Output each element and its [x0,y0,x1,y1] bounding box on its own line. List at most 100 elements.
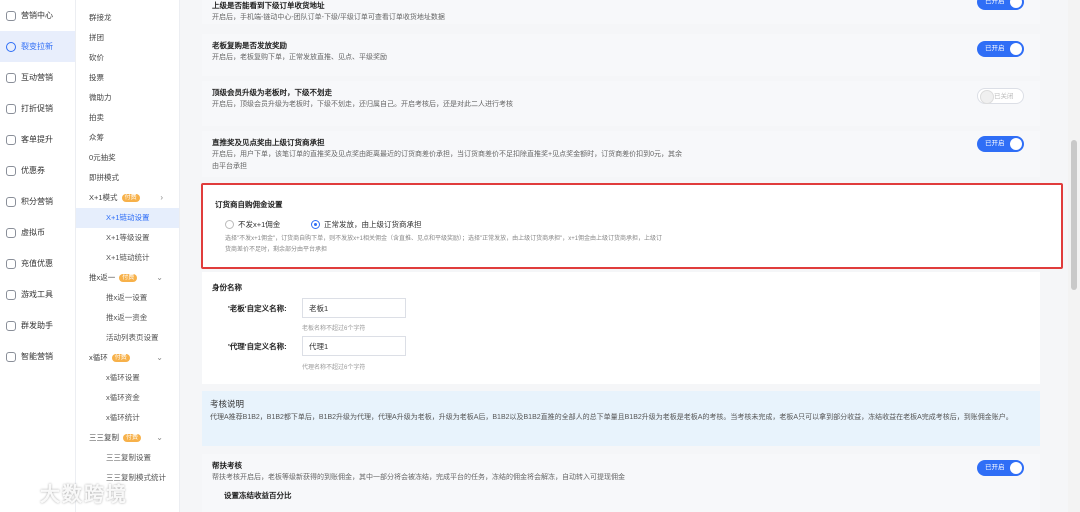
sub-nav-item-21[interactable]: 三三复制 付费 ⌄ [76,428,179,448]
sub-nav-item-13[interactable]: 推x返一 付费 ⌄ [76,268,179,288]
radio-label: 不发x+1佣金 [238,220,281,229]
freeze-percent-title: 设置冻结收益百分比 [224,491,292,500]
sub-nav-label: x循环统计 [106,413,140,422]
setting-title: 上级是否能看到下级订单收货地址 [212,1,325,10]
nav-item-10[interactable]: 群发助手 [0,310,75,341]
sub-nav-item-10[interactable]: X+1链动设置 [76,208,179,228]
sub-nav-label: 活动列表页设置 [106,333,159,342]
nav-item-label: 客单提升 [21,135,53,144]
sub-nav-item-18[interactable]: x循环设置 [76,368,179,388]
chevron-icon[interactable]: ⌄ [156,428,163,448]
watermark-text: 大数跨境 [40,484,128,506]
boss-name-input[interactable] [302,298,406,318]
sub-nav-label: 三三复制 [89,433,119,442]
nav-item-0[interactable]: 营销中心 [0,0,75,31]
sub-nav-item-0[interactable]: 群接龙 [76,8,179,28]
chevron-icon[interactable]: › [160,188,163,208]
coupon-icon [6,165,16,176]
address-toggle[interactable]: 已开启 [977,0,1024,10]
nav-item-label: 游戏工具 [21,290,53,299]
nav-item-11[interactable]: 智能营销 [0,341,75,372]
sub-nav-item-6[interactable]: 众筹 [76,128,179,148]
sub-nav-item-15[interactable]: 推x返一资金 [76,308,179,328]
nav-item-9[interactable]: 游戏工具 [0,279,75,310]
scrollbar-thumb[interactable] [1071,140,1077,290]
nav-item-label: 充值优惠 [21,259,53,268]
sub-nav-item-22[interactable]: 三三复制设置 [76,448,179,468]
commission-setting-box: 订货商自购佣金设置 不发x+1佣金 正常发放，由上级订货商承担 选择"不发x+1… [201,183,1063,269]
smart-icon [6,351,16,362]
help-assessment-toggle[interactable]: 已开启 [977,460,1024,476]
nav-item-7[interactable]: 虚拟币 [0,217,75,248]
radio-checked-icon [311,220,320,229]
nav-item-label: 营销中心 [21,11,53,20]
fission-icon [6,41,16,52]
setting-desc: 开启后，顶级会员升级为老板时，下级不划走，还归属自己。开启考核后，还是对此二人进… [212,101,513,108]
sub-nav-label: X+1等级设置 [106,233,150,242]
sub-nav: 群接龙 拼团 砍价 投票 微助力 拍卖 众筹 0元抽奖 即拼模式 X+1模式 付费 › X+1链动设置 X… [76,0,180,512]
sub-nav-item-19[interactable]: x循环资金 [76,388,179,408]
agent-name-label: '代理'自定义名称: [228,342,287,351]
recharge-icon [6,258,16,269]
watermark-logo-icon [10,486,32,498]
sub-nav-label: x循环资金 [106,393,140,402]
sub-nav-item-11[interactable]: X+1等级设置 [76,228,179,248]
chevron-icon[interactable]: ⌄ [156,348,163,368]
sub-nav-label: 投票 [89,73,104,82]
commission-title: 订货商自购佣金设置 [215,200,283,209]
agent-name-hint: 代理名称不超过6个字符 [302,365,366,371]
sub-nav-item-2[interactable]: 砍价 [76,48,179,68]
sub-nav-item-4[interactable]: 微助力 [76,88,179,108]
assessment-info: 考核说明 代理A推荐B1B2，B1B2都下单后，B1B2升级为代理，代理A升级为… [202,391,1040,446]
assessment-text: 代理A推荐B1B2，B1B2都下单后，B1B2升级为代理，代理A升级为老板，升级… [210,414,1013,421]
radio-no-commission[interactable]: 不发x+1佣金 [225,219,280,230]
sub-nav-label: 砍价 [89,53,104,62]
nav-item-3[interactable]: 打折促销 [0,93,75,124]
nav-item-2[interactable]: 互动营销 [0,62,75,93]
sub-nav-label: 推x返一设置 [106,293,148,302]
sub-nav-item-14[interactable]: 推x返一设置 [76,288,179,308]
paid-badge: 付费 [111,354,130,362]
setting-row-address: 上级是否能看到下级订单收货地址 开启后，手机端-链动中心-团队订单-下级/平级订… [202,0,1040,24]
setting-desc: 开启后，用户下单，该笔订单的直推奖及见点奖由距离最近的订货商差价承担，当订货商差… [212,151,682,170]
bonus-bearer-toggle[interactable]: 已开启 [977,136,1024,152]
nav-item-5[interactable]: 优惠券 [0,155,75,186]
main-nav: 营销中心裂变拉新 互动营销 打折促销客单提升优惠券 积分营销虚拟币充值优惠游戏工具群发… [0,0,76,512]
sub-nav-item-7[interactable]: 0元抽奖 [76,148,179,168]
sub-nav-item-12[interactable]: X+1链动统计 [76,248,179,268]
sub-nav-label: X+1链动统计 [106,253,150,262]
setting-row-help-assessment: 帮扶考核 帮扶考核开启后，老板等级新获得的到账佣金，其中一部分将会被冻结，完成平… [202,454,1040,512]
scrollbar[interactable] [1068,0,1080,512]
nav-item-6[interactable]: 积分营销 [0,186,75,217]
sub-nav-item-5[interactable]: 拍卖 [76,108,179,128]
sub-nav-item-17[interactable]: x循环 付费 ⌄ [76,348,179,368]
setting-title: 老板复购是否发放奖励 [212,41,287,50]
settings-content: 上级是否能看到下级订单收货地址 开启后，手机端-链动中心-团队订单-下级/平级订… [180,0,1068,512]
paid-badge: 付费 [123,434,142,442]
points-icon [6,196,16,207]
sub-nav-item-9[interactable]: X+1模式 付费 › [76,188,179,208]
boss-rebuy-toggle[interactable]: 已开启 [977,41,1024,57]
radio-normal-commission[interactable]: 正常发放，由上级订货商承担 [311,219,422,230]
sub-nav-item-20[interactable]: x循环统计 [76,408,179,428]
assessment-title: 考核说明 [210,399,245,409]
setting-row-top-member: 顶级会员升级为老板时，下级不划走 开启后，顶级会员升级为老板时，下级不划走，还归… [202,81,1040,126]
chevron-icon[interactable]: ⌄ [156,268,163,288]
interact-icon [6,72,16,83]
paid-badge: 付费 [121,194,140,202]
agent-name-input[interactable] [302,336,406,356]
top-member-toggle[interactable]: 已关闭 [977,88,1024,104]
nav-item-8[interactable]: 充值优惠 [0,248,75,279]
sub-nav-item-3[interactable]: 投票 [76,68,179,88]
sub-nav-label: 推x返一 [89,273,116,282]
nav-item-1[interactable]: 裂变拉新 [0,31,75,62]
boss-name-label: '老板'自定义名称: [228,304,287,313]
sub-nav-label: 推x返一资金 [106,313,148,322]
nav-item-4[interactable]: 客单提升 [0,124,75,155]
nav-item-label: 虚拟币 [21,228,45,237]
sub-nav-item-1[interactable]: 拼团 [76,28,179,48]
sub-nav-item-8[interactable]: 即拼模式 [76,168,179,188]
sub-nav-item-16[interactable]: 活动列表页设置 [76,328,179,348]
setting-title: 直推奖及见点奖由上级订货商承担 [212,138,325,147]
watermark: 大数跨境 [8,478,128,507]
